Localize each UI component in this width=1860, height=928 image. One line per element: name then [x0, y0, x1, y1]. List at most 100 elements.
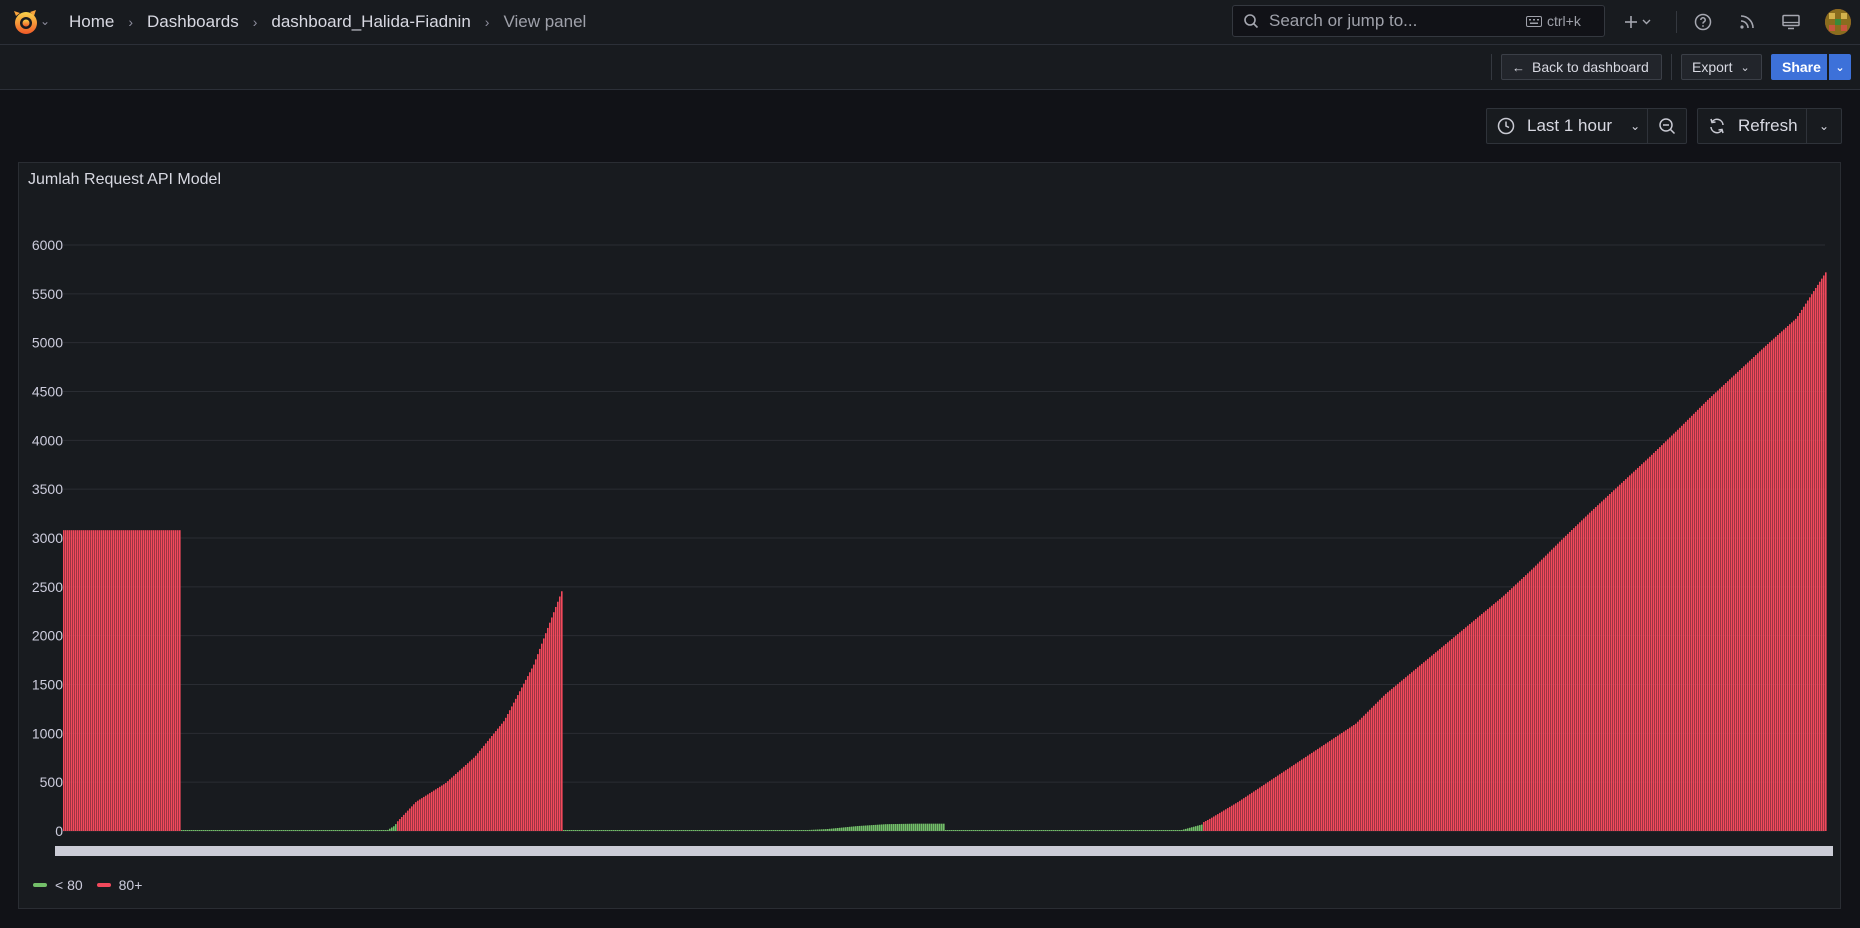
bar: [1415, 668, 1417, 831]
bar: [919, 823, 921, 831]
bar: [443, 784, 445, 831]
bar: [1541, 559, 1543, 831]
y-tick-label: 500: [40, 774, 64, 790]
bar: [1351, 726, 1353, 831]
bar: [145, 530, 147, 831]
bar: [1603, 499, 1605, 831]
bar: [729, 830, 731, 831]
search-box[interactable]: ctrl+k: [1232, 5, 1605, 37]
zoom-out-button[interactable]: [1647, 108, 1687, 144]
bar: [171, 530, 173, 831]
chevron-right-icon: ›: [128, 14, 134, 30]
bar: [1657, 449, 1659, 831]
bar: [1317, 748, 1319, 831]
avatar[interactable]: [1825, 9, 1851, 35]
search-input[interactable]: [1267, 10, 1526, 32]
bar: [291, 830, 293, 831]
bar: [221, 830, 223, 831]
bar: [389, 828, 391, 831]
share-dropdown-button[interactable]: ⌄: [1829, 54, 1851, 80]
grafana-logo-icon[interactable]: [12, 8, 42, 36]
bar: [1509, 590, 1511, 831]
bar: [1243, 798, 1245, 831]
bar: [139, 530, 141, 831]
bar: [1145, 830, 1147, 831]
bar: [1429, 657, 1431, 831]
bar: [621, 830, 623, 831]
bar: [1017, 830, 1019, 831]
bar: [1201, 824, 1203, 831]
legend-item-low[interactable]: < 80: [33, 877, 83, 893]
bar: [1343, 731, 1345, 831]
bar: [721, 830, 723, 831]
bar: [1547, 553, 1549, 831]
bar: [1119, 830, 1121, 831]
bar: [353, 830, 355, 831]
bar: [717, 830, 719, 831]
bar: [1785, 327, 1787, 831]
bar: [133, 530, 135, 831]
bar: [1619, 484, 1621, 831]
bar: [1773, 338, 1775, 831]
bar: [857, 826, 859, 831]
monitor-icon[interactable]: [1781, 12, 1801, 32]
refresh-button[interactable]: Refresh: [1697, 108, 1807, 144]
refresh-interval-dropdown[interactable]: ⌄: [1806, 108, 1842, 144]
bar: [1683, 423, 1685, 831]
bar: [1665, 441, 1667, 831]
bar: [335, 830, 337, 831]
y-tick-label: 3000: [32, 530, 63, 546]
bar: [1029, 830, 1031, 831]
bar: [1513, 586, 1515, 831]
time-range-picker[interactable]: Last 1 hour ⌄: [1486, 108, 1648, 144]
bar: [1723, 384, 1725, 831]
bar: [1501, 597, 1503, 831]
export-button[interactable]: Export ⌄: [1681, 54, 1762, 80]
breadcrumb-dashboard[interactable]: dashboard_Halida-Fiadnin: [271, 12, 470, 32]
bar: [947, 830, 949, 831]
bar: [1597, 505, 1599, 831]
bar: [1323, 744, 1325, 831]
bar: [1091, 830, 1093, 831]
bar: [1667, 439, 1669, 831]
chart[interactable]: 0 500 1000 1500 2000 2500 3000 3500 4000 4500 5000…: [19, 163, 1840, 908]
bar: [1117, 830, 1119, 831]
help-icon[interactable]: [1693, 12, 1713, 32]
bar: [1433, 653, 1435, 831]
rss-icon[interactable]: [1737, 12, 1757, 32]
bar: [893, 824, 895, 831]
bar: [175, 530, 177, 831]
bar: [825, 829, 827, 831]
bar: [475, 755, 477, 831]
back-to-dashboard-button[interactable]: ← Back to dashboard: [1501, 54, 1662, 80]
bar: [1757, 353, 1759, 831]
bar: [1011, 830, 1013, 831]
bar: [683, 830, 685, 831]
bar: [1523, 577, 1525, 831]
plus-icon[interactable]: [1620, 12, 1656, 32]
bar: [453, 775, 455, 831]
bar: [875, 824, 877, 831]
bar: [197, 830, 199, 831]
bar: [997, 830, 999, 831]
bar: [1161, 830, 1163, 831]
bar: [1227, 808, 1229, 831]
bar: [397, 821, 399, 831]
bar: [1355, 723, 1357, 831]
bar: [215, 830, 217, 831]
bar: [759, 830, 761, 831]
bar: [437, 788, 439, 831]
chevron-down-icon[interactable]: ⌄: [40, 14, 50, 28]
bar: [1319, 747, 1321, 831]
bar: [1463, 628, 1465, 831]
breadcrumb-home[interactable]: Home: [69, 12, 114, 32]
legend-item-high[interactable]: 80+: [96, 877, 142, 893]
bar: [1691, 415, 1693, 831]
share-button[interactable]: Share: [1771, 54, 1827, 80]
breadcrumb-dashboards[interactable]: Dashboards: [147, 12, 239, 32]
bar: [1419, 665, 1421, 831]
bar: [905, 823, 907, 831]
bar: [701, 830, 703, 831]
bar: [1267, 782, 1269, 831]
panel: Jumlah Request API Model 0 500 1000 1500 200…: [18, 162, 1841, 909]
